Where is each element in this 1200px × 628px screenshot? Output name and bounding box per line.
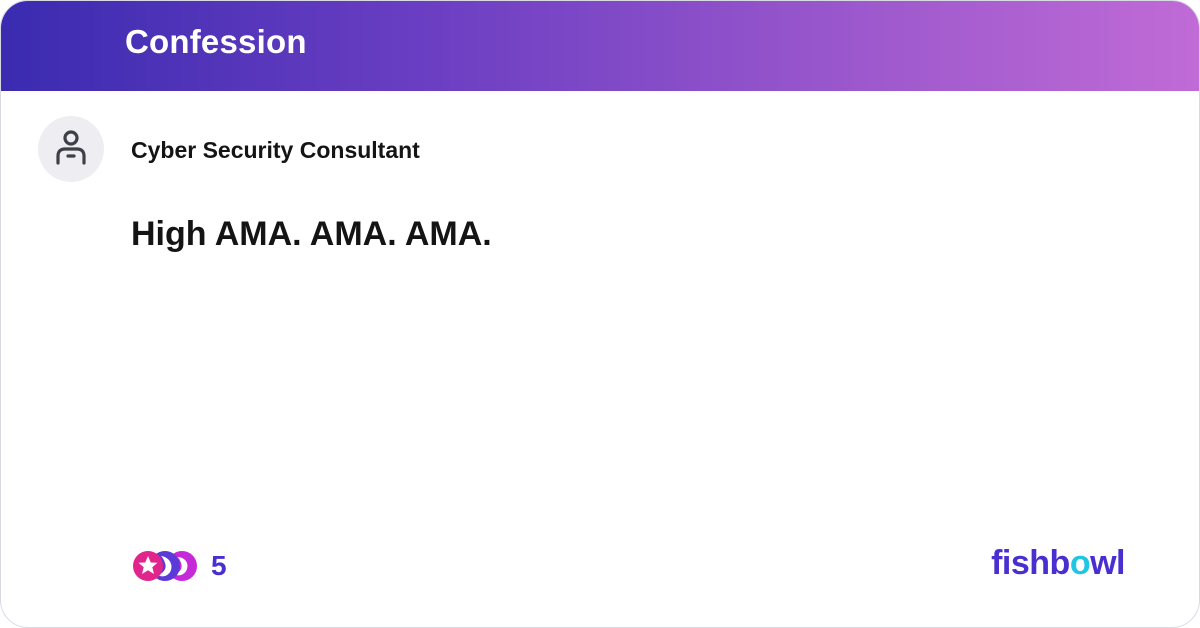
fishbowl-logo: fishbowl: [991, 544, 1125, 583]
star-reaction-icon: [133, 551, 163, 581]
reaction-icons: [131, 549, 199, 583]
author-name[interactable]: Cyber Security Consultant: [131, 137, 420, 164]
logo-text-end: wl: [1090, 544, 1125, 582]
logo-text-start: fishb: [991, 544, 1070, 582]
user-icon: [56, 130, 86, 165]
reactions[interactable]: 5: [131, 549, 227, 583]
header-title: Confession: [125, 23, 307, 60]
logo-text-accent: o: [1069, 544, 1091, 582]
reaction-count: 5: [211, 550, 227, 581]
post-card: Confession Cyber Security Consultant Hig…: [0, 0, 1200, 628]
post-text: High AMA. AMA. AMA.: [131, 215, 492, 253]
header-bar: Confession: [1, 1, 1199, 91]
avatar[interactable]: [38, 116, 104, 182]
